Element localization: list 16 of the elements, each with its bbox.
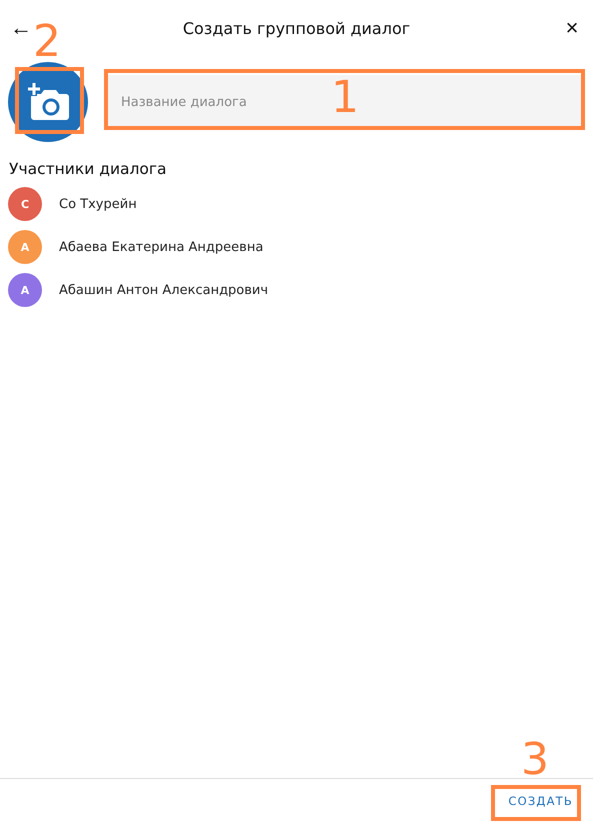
member-name[interactable]: Со Тхурейн: [59, 196, 137, 212]
member-avatar: А: [8, 273, 42, 307]
annotation-number: 3: [521, 738, 549, 782]
annotation-number: 2: [33, 20, 61, 64]
back-button[interactable]: ←: [10, 17, 32, 39]
annotation-frame: [15, 67, 84, 134]
member-avatar: А: [8, 230, 42, 264]
annotation-number: 1: [331, 76, 359, 120]
close-button[interactable]: ×: [561, 17, 583, 39]
member-name[interactable]: Абаева Екатерина Андреевна: [59, 240, 264, 254]
create-button[interactable]: СОЗДАТЬ: [504, 788, 577, 814]
members-heading: Участники диалога: [9, 160, 168, 178]
member-avatar: С: [8, 187, 42, 221]
dialog-title: Создать групповой диалог: [182, 18, 412, 38]
member-name[interactable]: Абашин Антон Александрович: [59, 282, 268, 298]
add-photo-icon: [26, 82, 70, 122]
